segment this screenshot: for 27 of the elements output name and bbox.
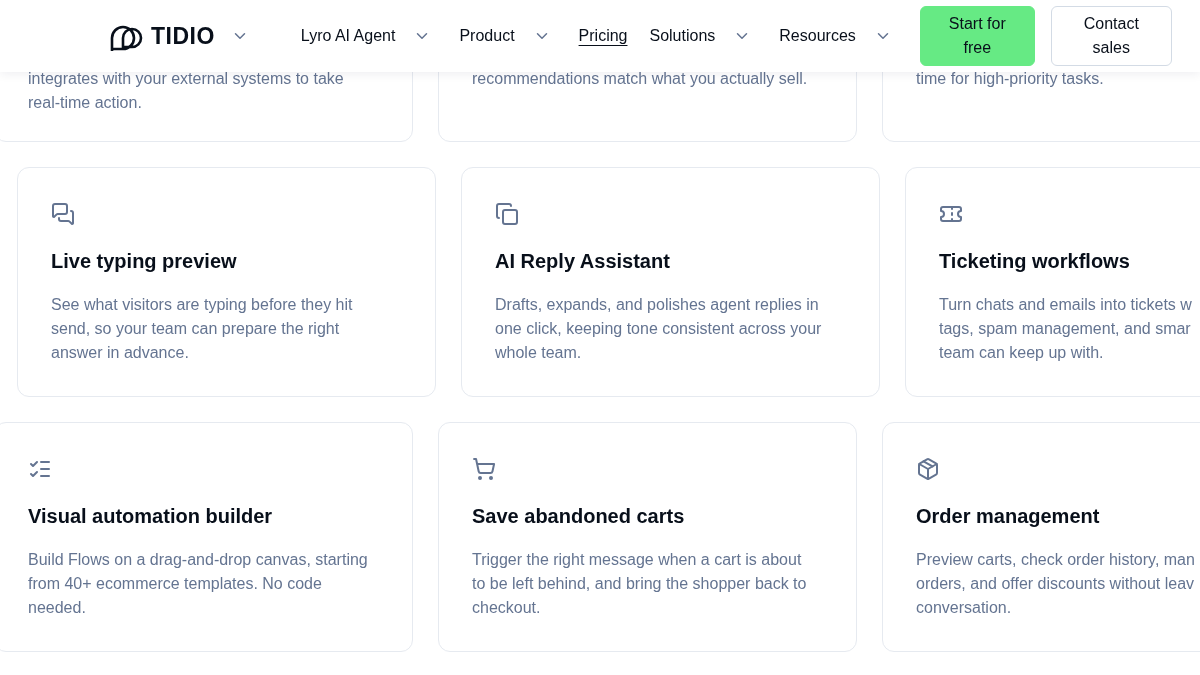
nav-link[interactable]: Resources (779, 27, 856, 45)
card-title: Order management (916, 505, 1100, 528)
card-description: Trigger the right message when a cart is about to be left behind, and bring the shopper back to checkout. (472, 550, 807, 618)
logo-text[interactable]: TIDIO (151, 22, 215, 50)
copy-icon (495, 202, 519, 226)
contact-sales-button[interactable]: Contact sales (1050, 6, 1172, 66)
box-icon (916, 457, 940, 481)
card-description: Drafts, expands, and polishes agent replies in one click, keeping tone consistent across your whole team. (495, 295, 822, 363)
nav-link[interactable]: Product (459, 27, 515, 45)
nav-link[interactable]: Lyro AI Agent (300, 27, 396, 45)
card-title: Live typing preview (51, 250, 237, 273)
card-description: time for high-priority tasks. (916, 69, 1104, 89)
card-description: recommendations match what you actually sell. (472, 69, 808, 89)
card-title: Ticketing workflows (939, 250, 1130, 273)
chat-bubbles-icon (51, 202, 75, 226)
card-description: Turn chats and emails into tickets w tags, spam management, and smar team can keep up with. (939, 295, 1192, 363)
card-title: Save abandoned carts (472, 505, 685, 528)
start-free-button[interactable]: Start for free (919, 6, 1035, 66)
card-description: Preview carts, check order history, man orders, and offer discounts without leav conversation. (916, 550, 1195, 618)
card-description: See what visitors are typing before they hit send, so your team can prepare the right answer in advance. (51, 295, 353, 363)
nav-link[interactable]: Pricing (578, 27, 628, 45)
card-description: Build Flows on a drag-and-drop canvas, starting from 40+ ecommerce templates. No code needed. (28, 550, 368, 618)
card-description: integrates with your external systems to take real-time action. (28, 69, 344, 113)
card-title: Visual automation builder (28, 505, 273, 528)
nav-link[interactable]: Solutions (649, 27, 716, 45)
card-title: AI Reply Assistant (495, 250, 670, 273)
cart-icon (472, 457, 496, 481)
